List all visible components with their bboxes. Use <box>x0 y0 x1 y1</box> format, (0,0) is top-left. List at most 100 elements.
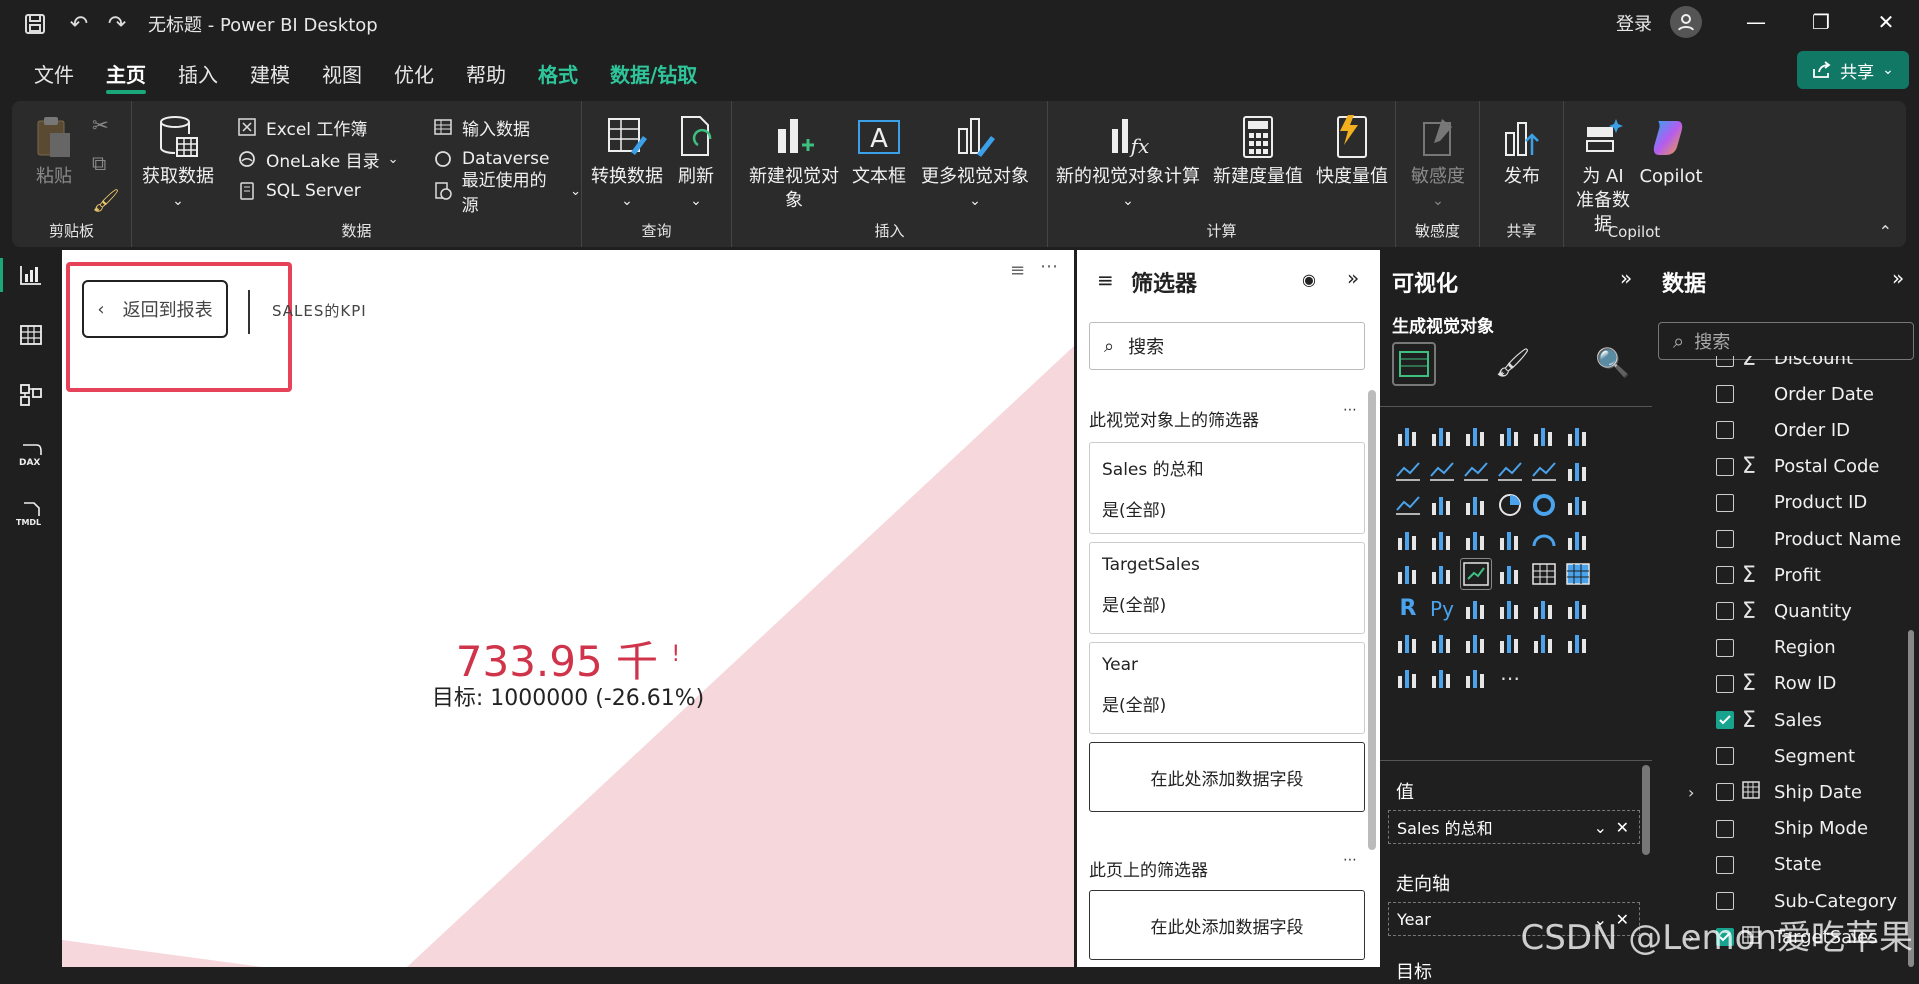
arrows-visual-icon[interactable] <box>1460 662 1492 694</box>
donut-visual-icon[interactable] <box>1528 489 1560 521</box>
field-row[interactable]: State <box>1652 847 1919 883</box>
gauge-visual-icon[interactable] <box>1528 524 1560 556</box>
save-icon[interactable] <box>18 7 52 41</box>
new-measure-button[interactable]: 新建度量值 <box>1208 113 1308 189</box>
analytics-tab-icon[interactable]: 🔍 <box>1595 346 1630 379</box>
enter-data-button[interactable]: 输入数据 <box>432 111 530 143</box>
scatter-visual-icon[interactable] <box>1460 489 1492 521</box>
field-row[interactable]: Order Date <box>1652 376 1919 412</box>
ribbon-visual-icon[interactable] <box>1528 455 1560 487</box>
field-checkbox[interactable] <box>1716 747 1734 765</box>
signin-link[interactable]: 登录 <box>1616 10 1652 36</box>
collapse-ribbon-icon[interactable]: ⌃ <box>1879 222 1892 241</box>
tab-home[interactable]: 主页 <box>90 48 162 98</box>
cut-icon[interactable]: ✂ <box>92 113 109 137</box>
copilot-button[interactable]: Copilot <box>1638 113 1704 189</box>
field-row[interactable]: ΣQuantity <box>1652 593 1919 629</box>
filter-card[interactable]: Sales 的总和 是(全部) <box>1089 442 1365 534</box>
new-visual-calc-button[interactable]: fx 新的视觉对象计算 ⌄ <box>1054 113 1202 213</box>
new-visual-button[interactable]: 新建视觉对象 <box>742 113 846 213</box>
slicer-visual-icon[interactable] <box>1494 558 1526 590</box>
textbox-button[interactable]: A 文本框 <box>850 113 908 189</box>
viz-scrollbar[interactable] <box>1642 765 1650 855</box>
field-row[interactable]: ›Ship Date <box>1652 774 1919 810</box>
field-row[interactable]: ΣProfit <box>1652 557 1919 593</box>
metrics-visual-icon[interactable] <box>1392 662 1424 694</box>
report-canvas[interactable]: ‹ 返回到报表 SALES的KPI ≡ ⋯ 733.95 千 ! 目标: 100… <box>62 250 1074 967</box>
undo-icon[interactable]: ↶ <box>62 7 96 41</box>
field-row[interactable]: Product ID <box>1652 485 1919 521</box>
table-visual-icon[interactable] <box>1528 558 1560 590</box>
waterfall-visual-icon[interactable] <box>1562 455 1594 487</box>
field-checkbox[interactable] <box>1716 675 1734 693</box>
copy-icon[interactable]: ⧉ <box>92 151 106 175</box>
paste-button[interactable]: 粘贴 <box>26 113 82 189</box>
field-checkbox[interactable] <box>1716 385 1734 403</box>
refresh-button[interactable]: 刷新 ⌄ <box>670 113 722 213</box>
redo-icon[interactable]: ↷ <box>100 7 134 41</box>
tab-data-drill[interactable]: 数据/钻取 <box>594 48 713 98</box>
field-row[interactable]: Order ID <box>1652 412 1919 448</box>
stacked-bar-visual-icon[interactable] <box>1392 420 1424 452</box>
goals-visual-icon[interactable] <box>1528 627 1560 659</box>
tab-optimize[interactable]: 优化 <box>378 48 450 98</box>
python-visual-visual-icon[interactable]: Py <box>1426 593 1458 625</box>
filters-search-input[interactable]: ⌕ 搜索 <box>1089 322 1365 370</box>
tab-format[interactable]: 格式 <box>522 48 594 98</box>
area-visual-icon[interactable] <box>1426 455 1458 487</box>
clustered-column-visual-icon[interactable] <box>1426 420 1458 452</box>
publish-button[interactable]: 发布 <box>1494 113 1550 189</box>
multi-row-card-visual-icon[interactable] <box>1426 558 1458 590</box>
tab-help[interactable]: 帮助 <box>450 48 522 98</box>
field-checkbox[interactable] <box>1716 856 1734 874</box>
qa-visual-visual-icon[interactable] <box>1528 593 1560 625</box>
add-field-dropzone[interactable]: 在此处添加数据字段 <box>1089 742 1365 812</box>
format-painter-icon[interactable]: 🖌 <box>92 189 120 214</box>
power-apps-visual-icon[interactable] <box>1460 627 1492 659</box>
model-view-icon[interactable] <box>14 378 48 412</box>
more-visuals-button[interactable]: 更多视觉对象 ⌄ <box>912 113 1038 213</box>
field-row[interactable]: ΣPostal Code <box>1652 449 1919 485</box>
excel-workbook-button[interactable]: Excel 工作簿 <box>236 111 367 143</box>
data-search-input[interactable]: ⌕ 搜索 <box>1658 322 1914 360</box>
table-view-icon[interactable] <box>14 318 48 352</box>
card-visual-icon[interactable] <box>1392 558 1424 590</box>
avatar-icon[interactable] <box>1670 6 1702 38</box>
field-checkbox[interactable] <box>1716 602 1734 620</box>
field-checkbox[interactable] <box>1716 639 1734 657</box>
field-checkbox[interactable] <box>1716 711 1734 729</box>
chevron-down-icon[interactable]: ⌄ <box>1594 818 1607 837</box>
r-visual-visual-icon[interactable]: R <box>1392 593 1424 625</box>
format-visual-tab-icon[interactable]: 🖌 <box>1495 346 1531 379</box>
field-checkbox[interactable] <box>1716 566 1734 584</box>
kpi-visual-icon[interactable] <box>1460 558 1492 590</box>
field-checkbox[interactable] <box>1716 892 1734 910</box>
field-checkbox[interactable] <box>1716 530 1734 548</box>
line-visual-icon[interactable] <box>1392 455 1424 487</box>
recent-sources-button[interactable]: 最近使用的源 ⌄ <box>432 175 581 207</box>
field-row[interactable]: Ship Mode <box>1652 811 1919 847</box>
transform-data-button[interactable]: 转换数据 ⌄ <box>590 113 664 213</box>
more-options-icon[interactable]: ⋯ <box>1040 256 1058 277</box>
prep-data-ai-button[interactable]: 为 AI 准备数据 <box>1570 113 1636 237</box>
power-automate-visual-icon[interactable] <box>1494 627 1526 659</box>
collapse-pane-icon[interactable]: » <box>1620 266 1632 290</box>
share-button[interactable]: 共享 ⌄ <box>1797 51 1909 89</box>
tab-view[interactable]: 视图 <box>306 48 378 98</box>
eye-icon[interactable]: ◉ <box>1302 270 1316 289</box>
field-checkbox[interactable] <box>1716 421 1734 439</box>
tab-file[interactable]: 文件 <box>18 48 90 98</box>
azure-map-visual-icon[interactable] <box>1460 524 1492 556</box>
tab-modeling[interactable]: 建模 <box>234 48 306 98</box>
more-visual-icon[interactable]: ⋯ <box>1494 662 1526 694</box>
decomposition-tree-visual-icon[interactable] <box>1494 593 1526 625</box>
add-field-dropzone-page[interactable]: 在此处添加数据字段 <box>1089 890 1365 960</box>
diamond-visual-icon[interactable] <box>1426 662 1458 694</box>
dax-query-view-icon[interactable]: DAX <box>14 438 48 472</box>
more-options-icon[interactable]: ⋯ <box>1343 402 1357 418</box>
get-data-button[interactable]: 获取数据 ⌄ <box>138 113 218 213</box>
field-row[interactable]: ΣDiscount <box>1652 356 1919 376</box>
close-icon[interactable]: ✕ <box>1855 0 1917 44</box>
field-row[interactable]: Segment <box>1652 738 1919 774</box>
field-checkbox[interactable] <box>1716 356 1734 367</box>
